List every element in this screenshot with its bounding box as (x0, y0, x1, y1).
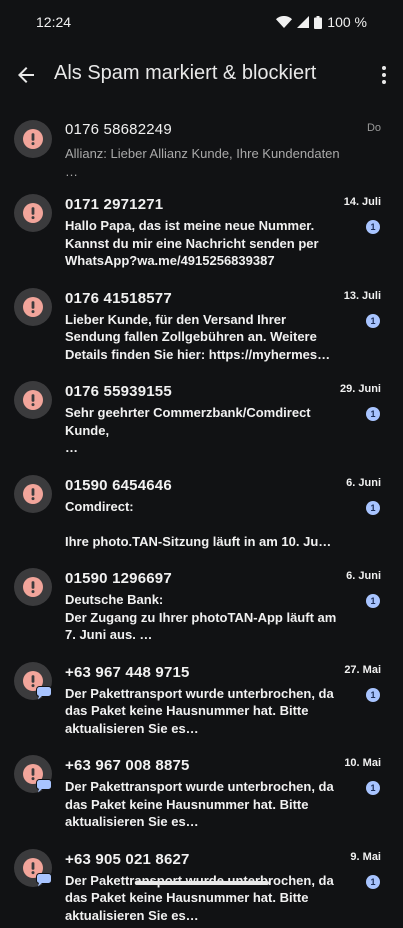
sender-number: 0171 2971271 (65, 196, 163, 213)
conversation-row[interactable]: 0176 55939155 29. Juni 1 Sehr geehrter C… (0, 367, 403, 461)
arrow-back-icon[interactable] (14, 63, 38, 87)
chat-bubble-icon (36, 779, 52, 793)
message-date: 29. Juni (340, 383, 381, 395)
status-icons: 100 % (276, 14, 367, 30)
message-date: 14. Juli (344, 196, 381, 208)
message-date: Do (367, 122, 381, 134)
spam-avatar (14, 194, 52, 232)
conversation-list: 0176 58682249 Do Allianz: Lieber Allianz… (0, 106, 403, 928)
unread-count-badge: 1 (366, 220, 380, 234)
spam-avatar (14, 381, 52, 419)
message-date: 13. Juli (344, 290, 381, 302)
message-date: 10. Mai (344, 757, 381, 769)
conversation-row[interactable]: 0176 58682249 Do Allianz: Lieber Allianz… (0, 106, 403, 180)
page-title: Als Spam markiert & blockiert (54, 62, 316, 85)
conversation-row[interactable]: 0176 41518577 13. Juli 1 Lieber Kunde, f… (0, 274, 403, 368)
spam-alert-icon (23, 484, 43, 504)
conversation-row[interactable]: 01590 1296697 6. Juni 1 Deutsche Bank: D… (0, 554, 403, 648)
sender-number: 01590 6454646 (65, 477, 172, 494)
spam-alert-icon (23, 297, 43, 317)
conversation-row[interactable]: +63 967 008 8875 10. Mai 1 Der Pakettran… (0, 741, 403, 835)
sender-number: 01590 1296697 (65, 570, 172, 587)
sender-number: 0176 41518577 (65, 290, 172, 307)
unread-count-badge: 1 (366, 688, 380, 702)
chat-bubble-icon (36, 686, 52, 700)
spam-avatar (14, 120, 52, 158)
message-date: 6. Juni (346, 570, 381, 582)
message-snippet: Der Pakettransport wurde unterbrochen, d… (65, 685, 345, 738)
chat-bubble-icon (36, 873, 52, 887)
sender-number: +63 967 008 8875 (65, 757, 190, 774)
battery-icon (314, 16, 322, 29)
unread-count-badge: 1 (366, 781, 380, 795)
status-bar: 12:24 100 % (0, 0, 403, 44)
signal-icon (297, 16, 309, 28)
spam-avatar (14, 475, 52, 513)
message-snippet: Sehr geehrter Commerzbank/Comdirect Kund… (65, 404, 345, 457)
wifi-icon (276, 16, 292, 28)
message-snippet: Der Pakettransport wurde unterbrochen, d… (65, 778, 345, 831)
conversation-row[interactable]: +63 967 448 9715 27. Mai 1 Der Pakettran… (0, 648, 403, 742)
message-snippet: Lieber Kunde, für den Versand Ihrer Send… (65, 311, 345, 364)
message-date: 9. Mai (350, 851, 381, 863)
sender-number: +63 905 021 8627 (65, 851, 190, 868)
unread-count-badge: 1 (366, 501, 380, 515)
conversation-row[interactable]: 01590 6454646 6. Juni 1 Comdirect: Ihre … (0, 461, 403, 555)
message-date: 27. Mai (344, 664, 381, 676)
unread-count-badge: 1 (366, 594, 380, 608)
unread-count-badge: 1 (366, 314, 380, 328)
spam-avatar (14, 288, 52, 326)
message-snippet: Allianz: Lieber Allianz Kunde, Ihre Kund… (65, 145, 355, 180)
more-vert-icon[interactable] (372, 63, 396, 87)
sender-number: 0176 58682249 (65, 121, 172, 138)
conversation-row[interactable]: 0171 2971271 14. Juli 1 Hallo Papa, das … (0, 180, 403, 274)
message-snippet: Comdirect: Ihre photo.TAN-Sitzung läuft … (65, 498, 345, 551)
spam-avatar (14, 568, 52, 606)
spam-alert-icon (23, 390, 43, 410)
message-snippet: Hallo Papa, das ist meine neue Nummer. K… (65, 217, 345, 270)
spam-alert-icon (23, 129, 43, 149)
spam-alert-icon (23, 203, 43, 223)
message-snippet: Deutsche Bank: Der Zugang zu Ihrer photo… (65, 591, 345, 644)
sender-number: +63 967 448 9715 (65, 664, 190, 681)
unread-count-badge: 1 (366, 875, 380, 889)
battery-percent: 100 % (327, 14, 367, 30)
message-date: 6. Juni (346, 477, 381, 489)
spam-alert-icon (23, 577, 43, 597)
unread-count-badge: 1 (366, 407, 380, 421)
home-indicator[interactable] (135, 881, 269, 885)
app-bar: Als Spam markiert & blockiert (0, 44, 403, 106)
status-time: 12:24 (36, 14, 71, 30)
sender-number: 0176 55939155 (65, 383, 172, 400)
